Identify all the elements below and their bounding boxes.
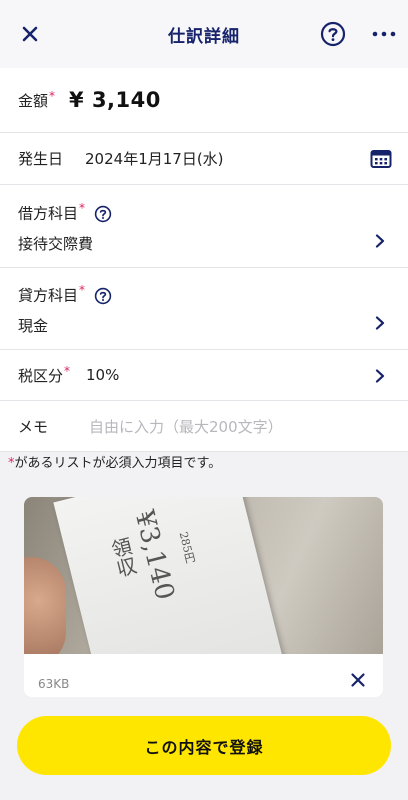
- memo-input[interactable]: 自由に入力（最大200文字）: [89, 416, 283, 437]
- help-icon[interactable]: [94, 287, 112, 305]
- receipt-photo[interactable]: 領収 ¥3,140 285円: [24, 497, 383, 654]
- credit-value: 現金: [18, 317, 49, 335]
- finger: [24, 557, 66, 654]
- amount-value[interactable]: ¥ 3,140: [69, 88, 161, 112]
- memo-row[interactable]: メモ 自由に入力（最大200文字）: [0, 401, 408, 452]
- credit-label: 貸方科目*: [18, 283, 112, 305]
- submit-button[interactable]: この内容で登録: [17, 716, 391, 775]
- file-size: 63KB: [38, 677, 70, 691]
- required-mark: *: [79, 283, 86, 297]
- debit-row[interactable]: 借方科目* 接待交際費: [0, 185, 408, 268]
- header: 仕訳詳細: [0, 0, 408, 68]
- close-icon: [22, 26, 38, 42]
- required-mark: *: [49, 89, 56, 103]
- tax-label: 税区分*: [18, 364, 71, 385]
- more-icon: [372, 31, 396, 37]
- more-button[interactable]: [368, 20, 400, 48]
- memo-label: メモ: [18, 417, 49, 436]
- amount-row[interactable]: 金額* ¥ 3,140: [0, 68, 408, 133]
- attachment-card[interactable]: 領収 ¥3,140 285円 63KB: [24, 497, 383, 697]
- date-value[interactable]: 2024年1月17日(水): [85, 148, 224, 169]
- credit-row[interactable]: 貸方科目* 現金: [0, 268, 408, 350]
- tax-row[interactable]: 税区分* 10%: [0, 350, 408, 401]
- debit-label: 借方科目*: [18, 201, 112, 223]
- help-icon: [320, 21, 346, 47]
- date-label: 発生日: [18, 150, 64, 168]
- help-button[interactable]: [319, 20, 347, 48]
- required-mark: *: [79, 201, 86, 215]
- tax-value: 10%: [86, 366, 120, 384]
- chevron-right-icon: [375, 234, 385, 248]
- receipt-paper: 領収 ¥3,140 285円: [53, 497, 284, 654]
- close-button[interactable]: [16, 20, 44, 48]
- calendar-icon[interactable]: [370, 149, 392, 169]
- required-note: *があるリストが必須入力項目です。: [8, 456, 222, 471]
- remove-icon[interactable]: [350, 672, 366, 688]
- date-row[interactable]: 発生日 2024年1月17日(水): [0, 133, 408, 185]
- required-mark: *: [64, 364, 71, 378]
- page-title: 仕訳詳細: [168, 26, 240, 47]
- receipt-sub: 285円: [176, 530, 197, 565]
- chevron-right-icon: [375, 316, 385, 330]
- help-icon[interactable]: [94, 205, 112, 223]
- debit-value: 接待交際費: [18, 235, 94, 253]
- chevron-right-icon: [375, 369, 385, 383]
- amount-label: 金額*: [18, 89, 56, 110]
- journal-form: 金額* ¥ 3,140 発生日 2024年1月17日(水) 借方科目* 接待交際…: [0, 68, 408, 452]
